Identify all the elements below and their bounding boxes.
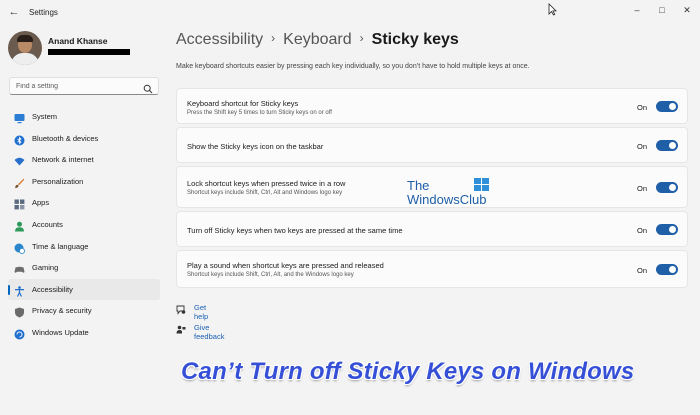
watermark-line2: WindowsClub	[407, 192, 487, 207]
caption-overlay: Can’t Turn off Sticky Keys on Windows	[181, 358, 635, 385]
sidebar-item-label: Bluetooth & devices	[32, 133, 99, 143]
mouse-cursor-icon	[548, 3, 557, 19]
setting-title: Keyboard shortcut for Sticky keys	[187, 99, 299, 108]
sidebar-item-bluetooth[interactable]: Bluetooth & devices	[8, 128, 160, 150]
sidebar-item-personalization[interactable]: Personalization	[8, 171, 160, 193]
toggle-state-label: On	[636, 103, 647, 112]
back-button[interactable]: ←	[6, 4, 22, 20]
breadcrumb-item-keyboard[interactable]: Keyboard	[283, 31, 352, 49]
sidebar-item-privacy[interactable]: Privacy & security	[8, 300, 160, 322]
setting-subtitle: Press the Shift key 5 times to turn Stic…	[187, 110, 332, 116]
setting-title: Lock shortcut keys when pressed twice in…	[187, 179, 346, 188]
title-bar: ← Settings – □ ✕	[0, 0, 700, 26]
toggle-switch[interactable]	[656, 182, 678, 193]
get-help-label[interactable]: Get help	[194, 303, 208, 321]
toggle-switch[interactable]	[656, 140, 678, 151]
sidebar-item-label: Personalization	[32, 176, 84, 186]
watermark-line1: The	[407, 178, 430, 193]
toggle-switch[interactable]	[656, 224, 678, 235]
sidebar-item-label: Accounts	[32, 219, 63, 229]
apps-icon	[14, 197, 25, 210]
close-button[interactable]: ✕	[676, 2, 698, 18]
toggle-state-label: On	[636, 142, 647, 151]
sidebar-item-label: Apps	[32, 198, 50, 208]
sidebar-nav: System Bluetooth & devices Network & int…	[8, 106, 160, 344]
setting-subtitle: Shortcut keys include Shift, Ctrl, Alt, …	[187, 272, 354, 278]
feedback-icon	[176, 322, 186, 334]
toggle-state-label: On	[636, 226, 647, 235]
sidebar-item-label: Accessibility	[32, 284, 73, 294]
give-feedback-label[interactable]: Give feedback	[194, 323, 224, 341]
sidebar-item-windows-update[interactable]: Windows Update	[8, 322, 160, 344]
sidebar-item-label: Windows Update	[32, 327, 89, 337]
windows-logo-icon	[474, 178, 489, 191]
sidebar-item-apps[interactable]: Apps	[8, 192, 160, 214]
search-box[interactable]	[9, 77, 159, 95]
sidebar-item-label: Time & language	[32, 241, 89, 251]
app-title: Settings	[29, 8, 58, 17]
setting-card-turn-off-two-keys[interactable]: Turn off Sticky keys when two keys are p…	[176, 211, 688, 247]
setting-card-shortcut[interactable]: Keyboard shortcut for Sticky keys Press …	[176, 88, 688, 124]
shield-icon	[14, 305, 25, 318]
account-icon	[14, 219, 25, 232]
page-title: Sticky keys	[371, 31, 459, 48]
breadcrumb-separator: ›	[271, 31, 276, 45]
breadcrumb-separator: ›	[359, 31, 364, 45]
search-icon[interactable]	[143, 81, 153, 94]
maximize-button[interactable]: □	[651, 2, 673, 18]
sidebar-item-accounts[interactable]: Accounts	[8, 214, 160, 236]
setting-title: Show the Sticky keys icon on the taskbar	[187, 142, 324, 151]
help-icon	[176, 302, 186, 315]
setting-title: Turn off Sticky keys when two keys are p…	[187, 226, 403, 235]
settings-list: Keyboard shortcut for Sticky keys Press …	[176, 88, 688, 291]
search-input[interactable]	[16, 80, 136, 93]
avatar[interactable]	[8, 31, 42, 65]
breadcrumb: Accessibility › Keyboard › Sticky keys	[176, 31, 459, 49]
globe-clock-icon	[14, 241, 25, 254]
sidebar-item-time-language[interactable]: Time & language	[8, 236, 160, 258]
sidebar-item-label: Network & internet	[32, 155, 94, 165]
toggle-switch[interactable]	[656, 264, 678, 275]
sidebar-item-label: Gaming	[32, 263, 59, 273]
breadcrumb-item-accessibility[interactable]: Accessibility	[176, 31, 263, 49]
accessibility-icon	[14, 284, 25, 297]
sidebar-item-label: Privacy & security	[32, 306, 92, 316]
redacted-email	[48, 49, 130, 55]
gamepad-icon	[14, 262, 25, 273]
setting-card-play-sound[interactable]: Play a sound when shortcut keys are pres…	[176, 250, 688, 288]
user-name: Anand Khanse	[48, 36, 108, 46]
setting-subtitle: Shortcut keys include Shift, Ctrl, Alt a…	[187, 190, 343, 196]
sidebar-item-accessibility[interactable]: Accessibility	[8, 278, 160, 301]
brush-icon	[14, 176, 25, 188]
sidebar-item-network[interactable]: Network & internet	[8, 149, 160, 171]
toggle-state-label: On	[636, 184, 647, 193]
wifi-icon	[14, 154, 25, 166]
setting-card-taskbar-icon[interactable]: Show the Sticky keys icon on the taskbar…	[176, 127, 688, 163]
sidebar-item-label: System	[32, 112, 58, 121]
sidebar-item-gaming[interactable]: Gaming	[8, 257, 160, 279]
monitor-icon	[14, 111, 25, 124]
toggle-switch[interactable]	[656, 101, 678, 112]
page-description: Make keyboard shortcuts easier by pressi…	[176, 63, 530, 70]
update-icon	[14, 327, 25, 340]
toggle-state-label: On	[636, 266, 647, 275]
sidebar-item-system[interactable]: System	[8, 106, 160, 128]
setting-title: Play a sound when shortcut keys are pres…	[187, 261, 384, 270]
bluetooth-icon	[14, 133, 25, 146]
minimize-button[interactable]: –	[626, 2, 648, 18]
